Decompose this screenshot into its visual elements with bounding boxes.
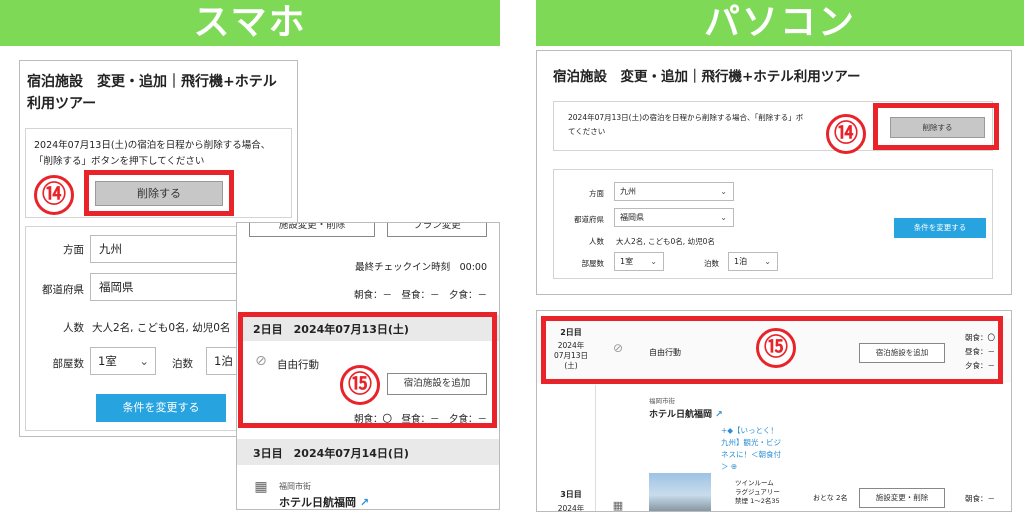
hotel-building-icon: ▦ — [612, 499, 624, 512]
pc-area-label: 方面 — [589, 189, 604, 198]
sp-rooms-select[interactable]: 1室 ⌄ — [90, 347, 156, 375]
sp-delete-button[interactable]: 削除する — [95, 181, 223, 206]
sp-checkin-time: 最終チェックイン時刻 00:00 — [355, 262, 487, 273]
pc-conditions-box: 方面 九州 ⌄ 都道府県 福岡県 ⌄ 人数 大人2名, こども0名, 幼児0名 部屋… — [553, 169, 993, 279]
pc-step-14-marker: ⑭ — [826, 114, 866, 154]
pc-delete-button[interactable]: 削除する — [890, 117, 985, 138]
chevron-down-icon: ⌄ — [139, 354, 149, 368]
sp-city: 福岡市街 — [279, 482, 311, 491]
pc-room-type: ツインルーム — [735, 479, 774, 487]
pc-notice-line-a: 2024年07月13日(土)の宿泊を日程から削除する場合、「削除する」ボ — [568, 113, 804, 122]
chevron-down-icon: ⌄ — [650, 257, 657, 266]
pc-pref-select[interactable]: 福岡県 ⌄ — [614, 208, 734, 227]
pc-room-info: ツインルーム ラグジュアリー 禁煙 1〜2名35 — [735, 479, 780, 506]
pc-day3-label: 3日目 — [560, 490, 582, 499]
pc-rooms-select[interactable]: 1室 ⌄ — [614, 252, 664, 271]
sp-meals-top: 朝食：－ 昼食：－ 夕食：－ — [353, 290, 487, 301]
sp-notice-line1: 2024年07月13日(土)の宿泊を日程から削除する場合、 — [34, 140, 271, 151]
pc-hotel-name-text: ホテル日航福岡 — [649, 410, 713, 420]
pc-notice-line-b: てください — [568, 127, 606, 136]
pc-page-title: 宿泊施設 変更・追加｜飛行機+ホテル利用ツアー — [553, 69, 861, 85]
pc-people-value: 大人2名, こども0名, 幼児0名 — [616, 237, 715, 246]
pc-plan-line2: 九州】観光・ビジ — [721, 438, 781, 447]
external-link-icon: ↗ — [715, 410, 723, 420]
pc-area-value: 九州 — [620, 187, 636, 196]
pc-plan-line3: ネスに！＜朝食付 — [721, 450, 781, 459]
pc-city: 福岡市街 — [649, 397, 675, 405]
pc-nights-label: 泊数 — [704, 259, 719, 268]
pc-people-label: 人数 — [589, 237, 604, 246]
pc-rooms-value: 1室 — [620, 257, 634, 266]
pc-rooms-label: 部屋数 — [581, 259, 605, 268]
pc-pref-label: 都道府県 — [574, 215, 604, 224]
sp-rooms-label: 部屋数 — [52, 358, 85, 370]
pc-plan-link[interactable]: +◆【いっとく！ 九州】観光・ビジ ネスに！＜朝食付 ＞ ⊕ — [721, 425, 781, 473]
chevron-down-icon: ⌄ — [720, 187, 727, 196]
sp-rooms-value: 1室 — [98, 354, 117, 368]
sp-change-conditions-button[interactable]: 条件を変更する — [96, 394, 226, 422]
sp-nights-value: 1泊 — [214, 354, 233, 368]
sp-area-label: 方面 — [63, 244, 84, 256]
sp-pref-label: 都道府県 — [42, 284, 84, 296]
chevron-down-icon: ⌄ — [764, 257, 771, 266]
pc-meal-b: 朝食：－ — [965, 494, 995, 503]
pc-pref-value: 福岡県 — [620, 213, 644, 222]
sp-notice-line2: 「削除する」ボタンを押下してください — [34, 156, 205, 167]
sp-nights-label: 泊数 — [172, 358, 193, 370]
pc-adults: おとな 2名 — [813, 494, 848, 502]
pc-step-15-marker: ⑮ — [756, 328, 796, 368]
sp-day3-label: 3日目 2024年07月14日(日) — [253, 447, 409, 460]
pc-day3-year: 2024年 — [557, 504, 585, 512]
pc-change-conditions-button[interactable]: 条件を変更する — [894, 218, 986, 238]
pc-plan-line4: ＞ ⊕ — [721, 462, 738, 471]
pc-area-select[interactable]: 九州 ⌄ — [614, 182, 734, 201]
pc-nights-select[interactable]: 1泊 ⌄ — [728, 252, 778, 271]
pc-plan-line1: +◆【いっとく！ — [721, 426, 778, 435]
banner-smartphone: スマホ — [0, 0, 500, 46]
sp-step-14-marker: ⑭ — [34, 175, 74, 215]
sp-people-value: 大人2名, こども0名, 幼児0名 — [92, 322, 231, 334]
sp-pref-value: 福岡県 — [99, 280, 134, 294]
pc-room-grade: ラグジュアリー — [735, 488, 780, 496]
sp-plan-change-button[interactable]: プラン変更 — [387, 223, 487, 237]
pc-hotel-name[interactable]: ホテル日航福岡 ↗ — [649, 407, 723, 420]
sp-step-15-marker: ⑮ — [340, 365, 380, 405]
pc-facility-change-button[interactable]: 施設変更・削除 — [859, 488, 945, 508]
hotel-building-icon: ▦ — [254, 479, 268, 495]
banner-pc: パソコン — [536, 0, 1024, 46]
sp-facility-change-button[interactable]: 施設変更・削除 — [249, 223, 375, 237]
pc-hotel-panel: 宿泊施設 変更・追加｜飛行機+ホテル利用ツアー 2024年07月13日(土)の宿… — [536, 50, 1012, 295]
pc-room-detail: 禁煙 1〜2名35 — [735, 497, 780, 505]
sp-page-title: 宿泊施設 変更・追加｜飛行機+ホテル利用ツアー — [27, 74, 277, 112]
sp-hotel-name[interactable]: ホテル日航福岡 ↗ — [279, 494, 370, 509]
sp-hotel-name-text: ホテル日航福岡 — [279, 496, 356, 509]
external-link-icon: ↗ — [359, 496, 370, 509]
divider — [595, 385, 596, 511]
sp-people-label: 人数 — [63, 322, 84, 334]
sp-area-value: 九州 — [99, 242, 122, 256]
pc-hotel-photo — [649, 473, 711, 511]
chevron-down-icon: ⌄ — [720, 213, 727, 222]
pc-nights-value: 1泊 — [734, 257, 748, 266]
